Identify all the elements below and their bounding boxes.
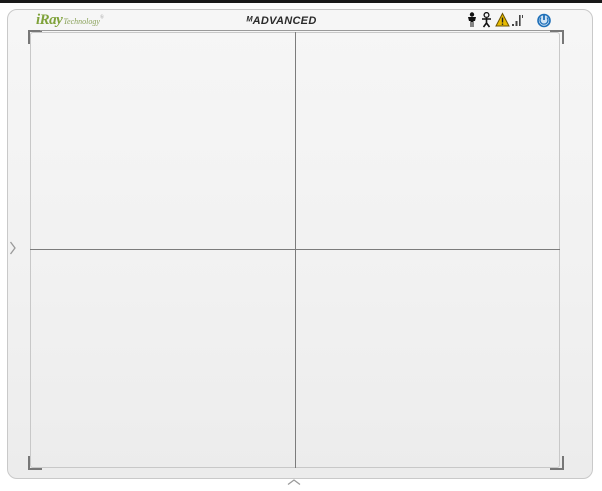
person-icon: [468, 12, 476, 27]
warning-icon: [495, 12, 510, 27]
window-top-border: [0, 0, 602, 3]
status-icon-bar: [466, 12, 558, 28]
center-horizontal-line: [30, 249, 560, 250]
patient-icon: [482, 12, 491, 28]
chevron-up-icon: [287, 479, 301, 486]
chevron-right-icon: [9, 241, 16, 255]
power-icon: [537, 13, 551, 28]
active-area-top-edge: [40, 30, 550, 31]
logo-main-text: iRay: [36, 12, 63, 28]
center-vertical-line: [295, 32, 296, 468]
signal-icon: [512, 15, 523, 26]
logo-registered-mark: ®: [99, 15, 104, 21]
iray-logo: iRayTechnology®: [36, 12, 104, 29]
brand-label: ᴹADVANCED: [246, 15, 317, 27]
logo-sub-text: Technology: [63, 17, 100, 26]
